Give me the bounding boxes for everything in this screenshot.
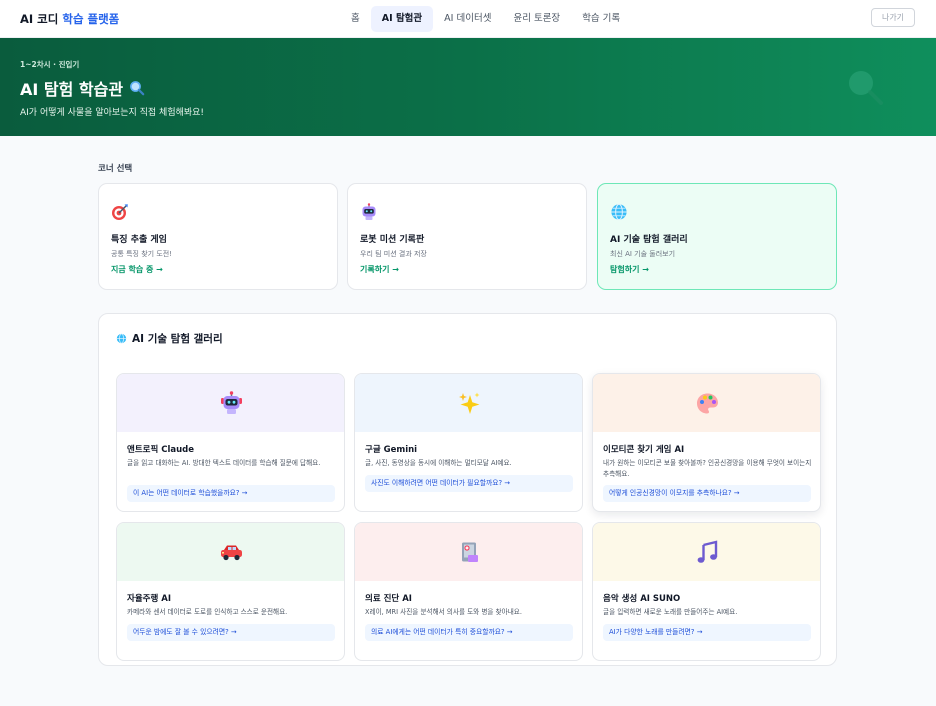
- top-navigation: AI 코디 학습 플랫폼 홈 AI 탐험관 AI 데이터셋 윤리 토론장 학습 …: [0, 0, 936, 38]
- card-desc: X레이, MRI 사진을 분석해서 의사를 도와 병을 찾아내요.: [365, 608, 522, 616]
- hero-eyebrow: 1~2차시 · 진입기: [20, 60, 80, 69]
- corner-card-robot-mission[interactable]: 로봇 미션 기록판 우리 팀 미션 결과 저장 기록하기 →: [347, 183, 587, 290]
- corner-section-label: 코너 선택: [98, 164, 133, 174]
- nav-links: 홈 AI 탐험관 AI 데이터셋 윤리 토론장 학습 기록: [340, 6, 631, 32]
- gallery-title-row: AI 기술 탐험 갤러리: [116, 331, 223, 346]
- gallery-card-autonomous-driving[interactable]: 자율주행 AI 카메라와 센서 데이터로 도로를 인식하고 스스로 운전해요. …: [116, 522, 345, 661]
- sparkles-icon: [459, 392, 480, 414]
- corner-desc: 공통 특징 찾기 도전!: [111, 250, 173, 258]
- card-name: 자율주행 AI: [127, 594, 171, 604]
- medical-icon: [462, 542, 478, 562]
- card-name: 음악 생성 AI SUNO: [603, 594, 681, 604]
- nav-link-ethics-debate[interactable]: 윤리 토론장: [502, 6, 571, 32]
- card-name: 의료 진단 AI: [365, 594, 412, 604]
- nav-link-home[interactable]: 홈: [340, 6, 371, 32]
- gallery-card-music-suno[interactable]: 음악 생성 AI SUNO 글을 입력하면 새로운 노래를 만들어주는 AI예요…: [592, 522, 821, 661]
- corner-link[interactable]: 지금 학습 중 →: [111, 264, 163, 275]
- corner-link[interactable]: 기록하기 →: [360, 264, 399, 275]
- robot-icon: [362, 203, 376, 220]
- brand-logo[interactable]: AI 코디 학습 플랫폼: [20, 11, 119, 27]
- target-icon: [112, 204, 128, 220]
- nav-link-ai-dataset[interactable]: AI 데이터셋: [433, 6, 502, 32]
- card-question[interactable]: 이 AI는 어떤 데이터로 학습했을까요? →: [127, 485, 335, 502]
- card-desc: 글을 읽고 대화하는 AI. 방대한 텍스트 데이터를 학습해 질문에 답해요.: [127, 459, 321, 467]
- exit-button[interactable]: 나가기: [871, 8, 915, 27]
- gallery-card-emoji-game[interactable]: 이모티콘 찾기 게임 AI 내가 원하는 이모티콘 보물 찾아볼까? 인공신경망…: [592, 373, 821, 512]
- card-question[interactable]: AI가 다양한 노래를 만들려면? →: [603, 624, 811, 641]
- hero-title: AI 탐험 학습관: [20, 80, 124, 99]
- gallery-card-medical-diagnosis[interactable]: 의료 진단 AI X레이, MRI 사진을 분석해서 의사를 도와 병을 찾아내…: [354, 522, 583, 661]
- music-note-icon: [697, 540, 718, 563]
- corner-desc: 최신 AI 기술 둘러보기: [610, 250, 676, 258]
- card-question[interactable]: 사진도 이해하려면 어떤 데이터가 필요할까요? →: [365, 475, 573, 492]
- card-question[interactable]: 어두운 밤에도 잘 볼 수 있으려면? →: [127, 624, 335, 641]
- magnifier-decoration-icon: [849, 71, 883, 105]
- robot-icon: [221, 391, 242, 414]
- gallery-title: AI 기술 탐험 갤러리: [132, 333, 223, 345]
- corner-title: 특징 추출 게임: [111, 235, 167, 245]
- card-name: 앤트로픽 Claude: [127, 445, 195, 455]
- nav-link-learning-record[interactable]: 학습 기록: [571, 6, 631, 32]
- card-name: 이모티콘 찾기 게임 AI: [603, 445, 685, 455]
- gallery-card-gemini[interactable]: 구글 Gemini 글, 사진, 동영상을 동시에 이해하는 멀티모달 AI예요…: [354, 373, 583, 512]
- car-icon: [221, 545, 242, 561]
- brand-prefix: AI 코디: [20, 12, 59, 26]
- ai-gallery-panel: AI 기술 탐험 갤러리 앤트로픽 Claude 글을 읽고 대화하는 AI. …: [98, 313, 837, 666]
- corner-desc: 우리 팀 미션 결과 저장: [360, 250, 427, 258]
- corner-title: 로봇 미션 기록판: [360, 235, 425, 245]
- corner-link[interactable]: 탐험하기 →: [610, 264, 649, 275]
- card-desc: 내가 원하는 이모티콘 보물 찾아볼까? 인공신경망을 이용해 무엇이 보이는지…: [603, 459, 812, 478]
- card-desc: 글, 사진, 동영상을 동시에 이해하는 멀티모달 AI예요.: [365, 459, 512, 467]
- corner-card-feature-game[interactable]: 특징 추출 게임 공통 특징 찾기 도전! 지금 학습 중 →: [98, 183, 338, 290]
- corner-card-ai-gallery[interactable]: AI 기술 탐험 갤러리 최신 AI 기술 둘러보기 탐험하기 →: [597, 183, 837, 290]
- brand-accent: 학습 플랫폼: [62, 12, 120, 26]
- hero-title-row: AI 탐험 학습관: [20, 76, 145, 100]
- gallery-card-claude[interactable]: 앤트로픽 Claude 글을 읽고 대화하는 AI. 방대한 텍스트 데이터를 …: [116, 373, 345, 512]
- globe-icon: [116, 333, 127, 344]
- hero-subtitle: AI가 어떻게 사물을 알아보는지 직접 체험해봐요!: [20, 108, 205, 118]
- corner-title: AI 기술 탐험 갤러리: [610, 235, 688, 245]
- globe-icon: [611, 203, 627, 221]
- magnifier-icon: [130, 81, 145, 96]
- card-question[interactable]: 어떻게 인공신경망이 이모지를 추측하나요? →: [603, 485, 811, 502]
- card-name: 구글 Gemini: [365, 445, 418, 455]
- card-question[interactable]: 의료 AI에게는 어떤 데이터가 특히 중요할까요? →: [365, 624, 573, 641]
- hero-banner: 1~2차시 · 진입기 AI 탐험 학습관 AI가 어떻게 사물을 알아보는지 …: [0, 38, 936, 136]
- card-desc: 글을 입력하면 새로운 노래를 만들어주는 AI예요.: [603, 608, 738, 616]
- card-desc: 카메라와 센서 데이터로 도로를 인식하고 스스로 운전해요.: [127, 608, 288, 616]
- palette-icon: [697, 393, 718, 414]
- nav-link-ai-exploration[interactable]: AI 탐험관: [370, 6, 434, 32]
